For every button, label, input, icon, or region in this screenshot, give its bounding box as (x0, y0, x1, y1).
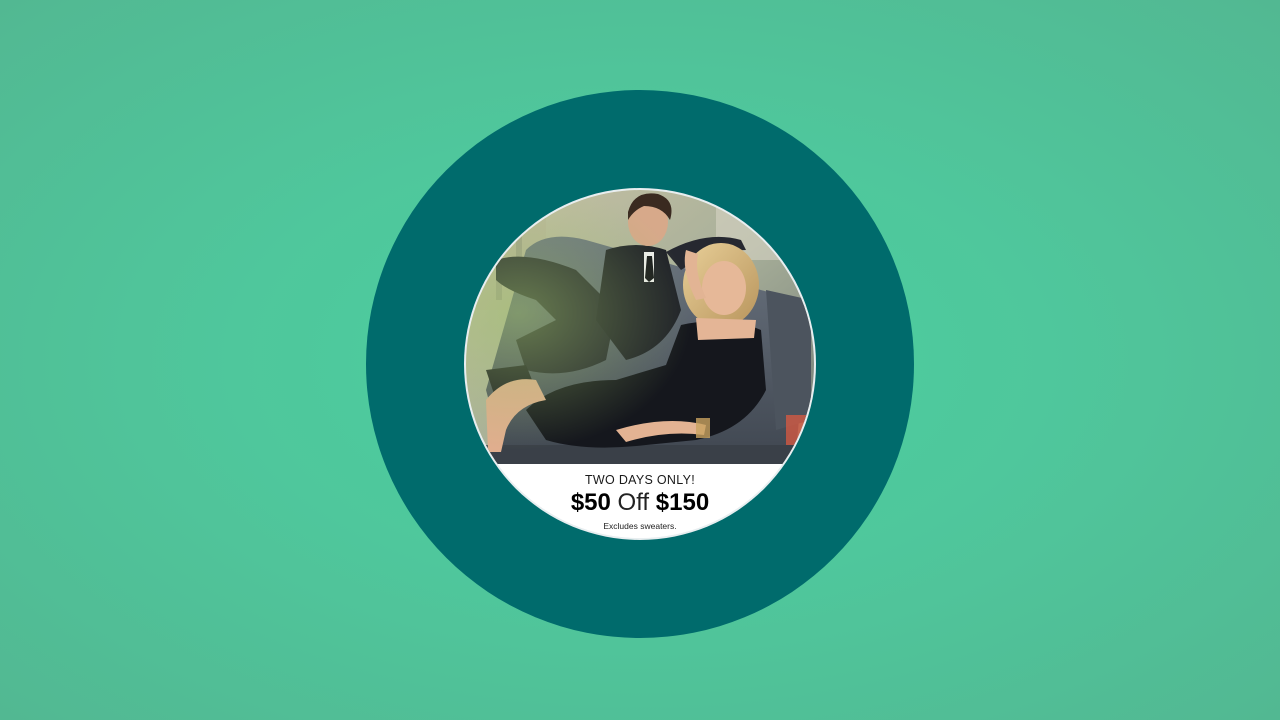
ad-circle[interactable]: TWO DAYS ONLY! $50 Off $150 Excludes swe… (466, 190, 814, 538)
offer-amount: $50 (570, 489, 611, 516)
promo-panel: TWO DAYS ONLY! $50 Off $150 Excludes swe… (466, 464, 814, 538)
fashion-couple-photo (466, 190, 814, 464)
offer-threshold: $150 (655, 489, 710, 516)
offer-word: Off (617, 489, 650, 516)
promo-note: Excludes sweaters. (603, 521, 677, 531)
promo-kicker: TWO DAYS ONLY! (585, 473, 695, 487)
promo-offer: $50 Off $150 (466, 490, 814, 516)
